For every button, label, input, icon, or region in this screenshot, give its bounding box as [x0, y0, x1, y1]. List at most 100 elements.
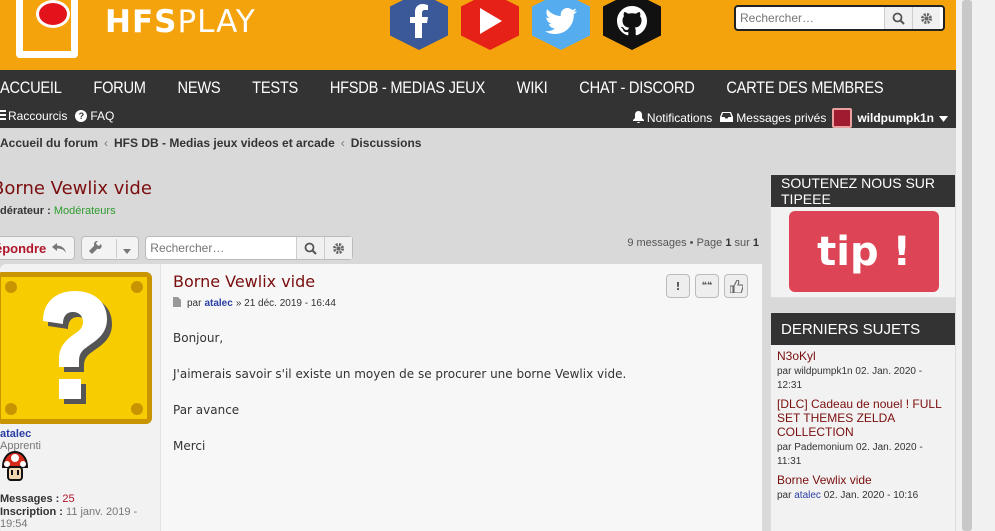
topic-date: 02. Jan. 2020 -: [855, 366, 923, 377]
main-menu: ACCUEIL FORUM NEWS TESTS HFSDB - MEDIAS …: [0, 78, 915, 98]
gear-icon[interactable]: [324, 237, 353, 259]
quicklinks-link[interactable]: Raccourcis: [8, 109, 67, 123]
topic-time: 11:31: [777, 456, 802, 467]
author-messages: Messages : 25: [0, 493, 75, 505]
post-title[interactable]: Borne Vewlix vide: [173, 272, 315, 291]
recent-topic-title[interactable]: N3oKyl: [777, 349, 949, 363]
recent-topic-title[interactable]: Borne Vewlix vide: [777, 473, 949, 487]
report-button[interactable]: !: [666, 274, 690, 298]
reply-arrow-icon: [52, 241, 67, 256]
search-icon[interactable]: [296, 237, 325, 259]
main-navbar: ACCUEIL FORUM NEWS TESTS HFSDB - MEDIAS …: [0, 70, 956, 128]
user-avatar[interactable]: [832, 108, 853, 128]
author-joined: Inscription : 11 janv. 2019 -: [0, 506, 137, 518]
chevron-right-icon: ‹: [104, 136, 109, 150]
topic-date: 02. Jan. 2020 - 10:16: [823, 490, 919, 501]
author-avatar[interactable]: [0, 272, 152, 424]
pagination-info: 9 messages • Page 1 sur 1: [627, 237, 759, 249]
topic-author-link[interactable]: Pademonium: [794, 442, 853, 453]
post-line: Merci: [173, 439, 206, 453]
inbox-icon[interactable]: [720, 111, 734, 125]
moderator-line: dérateur : Modérateurs: [0, 205, 116, 217]
caret-down-icon[interactable]: [939, 111, 948, 125]
site-logo-text[interactable]: HFSPLAY: [105, 4, 256, 40]
post-author-link[interactable]: atalec: [204, 298, 232, 309]
reply-button-label: épondre: [0, 240, 47, 256]
tipeee-panel-title: SOUTENEZ NOUS SUR TIPEEE: [771, 175, 955, 207]
list-item: Borne Vewlix vide par atalec 02. Jan. 20…: [771, 469, 955, 503]
nav-item-carte-membres[interactable]: CARTE DES MEMBRES: [726, 78, 883, 98]
thumbs-up-icon: [729, 279, 743, 293]
recent-topic-meta: par atalec 02. Jan. 2020 - 10:16: [777, 489, 949, 503]
scrollbar-thumb[interactable]: [962, 0, 972, 531]
post-file-icon[interactable]: [173, 297, 181, 310]
header-search-box: [734, 5, 945, 31]
topic-search-input[interactable]: [146, 241, 297, 255]
total-pages: 1: [752, 237, 759, 249]
page-title[interactable]: Borne Vewlix vide: [0, 178, 152, 199]
moderators-link[interactable]: Modérateurs: [54, 205, 116, 217]
tipeee-button[interactable]: tip !: [789, 211, 939, 292]
moderator-label: dérateur :: [0, 205, 51, 217]
topic-by-label: par: [777, 442, 792, 453]
post-line: J'aimerais savoir s'il existe un moyen d…: [173, 367, 627, 381]
topic-date: 02. Jan. 2020 -: [855, 442, 923, 453]
nav-item-chat-discord[interactable]: CHAT - DISCORD: [579, 78, 695, 98]
nav-item-forum[interactable]: FORUM: [93, 78, 146, 98]
topic-author-link[interactable]: atalec: [794, 490, 821, 501]
joined-date: 11 janv. 2019 -: [66, 506, 138, 518]
post-by-label: par: [187, 298, 202, 309]
gear-icon[interactable]: [912, 7, 940, 29]
breadcrumb-item-home[interactable]: Accueil du forum: [0, 136, 98, 150]
bell-icon[interactable]: [632, 110, 644, 126]
github-icon[interactable]: [603, 0, 661, 50]
header-search-input[interactable]: [736, 11, 884, 25]
nav-item-news[interactable]: NEWS: [178, 78, 221, 98]
youtube-icon[interactable]: [461, 0, 519, 50]
hamburger-icon[interactable]: [0, 109, 6, 123]
page-scrollbar[interactable]: [956, 0, 995, 531]
private-messages-link[interactable]: Messages privés: [736, 111, 826, 125]
question-mark-icon: [43, 291, 112, 404]
topic-by-label: par: [777, 366, 792, 377]
topic-by-label: par: [777, 490, 792, 501]
reply-button[interactable]: épondre: [0, 236, 76, 260]
username-menu[interactable]: wildpumpk1n: [857, 111, 934, 125]
messages-label: Messages :: [0, 493, 60, 505]
like-button[interactable]: [724, 274, 748, 298]
recent-topic-meta: par wildpumpk1n 02. Jan. 2020 - 12:31: [777, 365, 949, 393]
quote-button[interactable]: ❝❝: [695, 274, 719, 298]
message-count: 9 messages • Page: [627, 237, 723, 249]
breadcrumb: Accueil du forum ‹ HFS DB - Medias jeux …: [0, 136, 421, 150]
twitter-icon[interactable]: [532, 0, 590, 50]
logo-ball-icon[interactable]: [36, 0, 70, 28]
nav-item-wiki[interactable]: WIKI: [517, 78, 548, 98]
breadcrumb-item-hfsdb[interactable]: HFS DB - Medias jeux videos et arcade: [114, 136, 335, 150]
recent-topic-meta: par Pademonium 02. Jan. 2020 - 11:31: [777, 441, 949, 469]
faq-link[interactable]: FAQ: [90, 109, 114, 123]
help-icon[interactable]: ?: [75, 110, 88, 122]
author-name[interactable]: atalec: [0, 428, 31, 440]
list-item: N3oKyl par wildpumpk1n 02. Jan. 2020 - 12…: [771, 345, 955, 393]
messages-count[interactable]: 25: [62, 493, 74, 505]
post-body: Borne Vewlix vide par atalec » 21 déc. 2…: [160, 264, 762, 531]
search-icon[interactable]: [884, 7, 912, 29]
joined-time: 19:54: [0, 518, 28, 530]
joined-label: Inscription :: [0, 506, 63, 518]
user-bar: Notifications Messages privés wildpumpk1…: [632, 108, 948, 128]
nav-item-hfsdb[interactable]: HFSDB - MEDIAS JEUX: [330, 78, 485, 98]
topic-tools-dropdown[interactable]: [81, 236, 140, 260]
recent-topic-title[interactable]: [DLC] Cadeau de nouel ! FULL SET THEMES …: [777, 397, 949, 439]
facebook-icon[interactable]: [390, 0, 448, 50]
post-meta: par atalec » 21 déc. 2019 - 16:44: [173, 297, 336, 310]
notifications-link[interactable]: Notifications: [647, 111, 712, 125]
post-line: Par avance: [173, 403, 240, 417]
breadcrumb-item-discussions[interactable]: Discussions: [351, 136, 422, 150]
caret-down-icon: [116, 238, 132, 258]
topic-author-link[interactable]: wildpumpk1n: [794, 366, 852, 377]
site-header: HFSPLAY: [0, 0, 956, 70]
nav-item-tests[interactable]: TESTS: [252, 78, 298, 98]
recent-topics-panel: DERNIERS SUJETS N3oKyl par wildpumpk1n 0…: [770, 312, 956, 531]
tipeee-panel: SOUTENEZ NOUS SUR TIPEEE tip !: [770, 174, 956, 298]
nav-item-accueil[interactable]: ACCUEIL: [0, 78, 62, 98]
